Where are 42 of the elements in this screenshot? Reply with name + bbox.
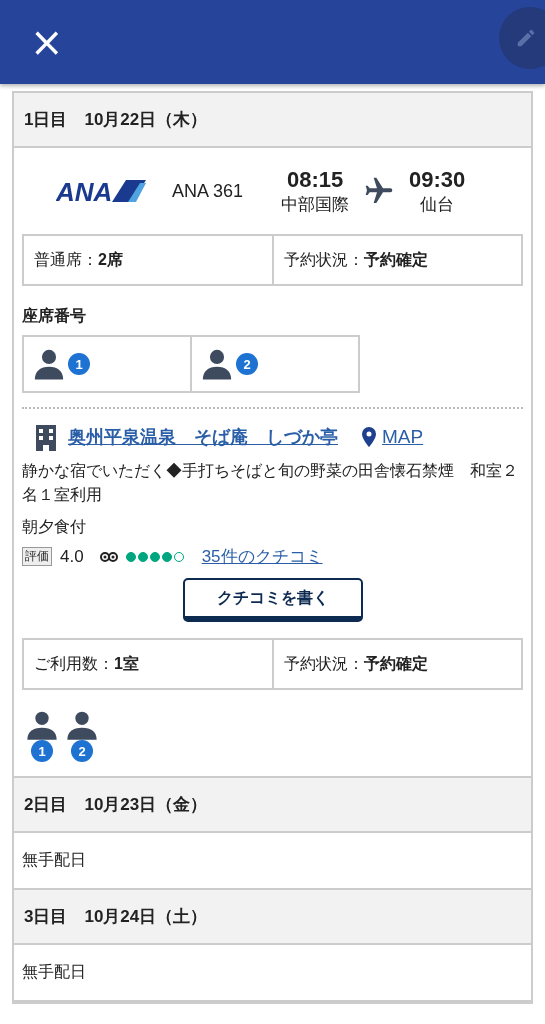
departure-airport: 中部国際: [281, 193, 350, 216]
rating-label: 評価: [22, 547, 52, 566]
rating-bubble: [137, 551, 148, 562]
no-arrangement-text: 無手配日: [22, 850, 86, 870]
close-button[interactable]: ×: [26, 22, 68, 62]
day-heading: 3日目 10月24日（土）: [24, 906, 208, 928]
person-icon: [66, 710, 98, 740]
map-link[interactable]: MAP: [382, 426, 424, 448]
rating-bubble: [161, 551, 172, 562]
day-heading: 2日目 10月23日（金）: [24, 794, 208, 816]
info-cell-text: ご利用数：1室: [33, 653, 140, 674]
meal-plan: 朝夕食付: [22, 517, 87, 537]
passenger-number: 1: [68, 353, 90, 375]
rating-bubble: [149, 551, 160, 562]
reviews-link[interactable]: 35件のクチコミ: [201, 545, 323, 568]
rating-bubble: [125, 551, 136, 562]
flight-number: ANA 361: [172, 180, 244, 202]
map-pin-icon: [362, 427, 376, 447]
passenger-number: 2: [236, 353, 258, 375]
airline-logo: ANA: [56, 178, 148, 204]
day-heading: 1日目 10月22日（木）: [24, 109, 208, 131]
pencil-icon: [515, 27, 537, 49]
guest-number: 1: [31, 740, 53, 762]
edit-button[interactable]: [499, 7, 545, 69]
owl-icon: [99, 550, 118, 563]
arrival-time: 09:30: [409, 166, 466, 193]
hotel-name-link[interactable]: 奥州平泉温泉 そば庵 しづか亭: [68, 425, 338, 449]
write-review-button[interactable]: クチコミを書く: [182, 578, 363, 622]
guest-number: 2: [71, 740, 93, 762]
person-icon: [26, 710, 58, 740]
person-icon: [200, 347, 234, 381]
plan-description: 静かな宿でいただく◆手打ちそばと旬の野菜の田舎懐石禁煙 和室２名１室利用: [22, 461, 519, 505]
info-cell: 予約状況：予約確定: [271, 640, 521, 688]
arrival-airport: 仙台: [420, 193, 455, 216]
rating-score: 4.0: [60, 546, 84, 567]
info-cell-text: 普通席：2席: [33, 249, 124, 270]
no-arrangement-text: 無手配日: [22, 962, 86, 982]
building-icon: [34, 423, 58, 451]
departure-time: 08:15: [286, 166, 344, 193]
info-cell: 予約状況：予約確定: [271, 236, 521, 284]
person-icon: [32, 347, 66, 381]
section-title: 座席番号: [22, 306, 87, 326]
